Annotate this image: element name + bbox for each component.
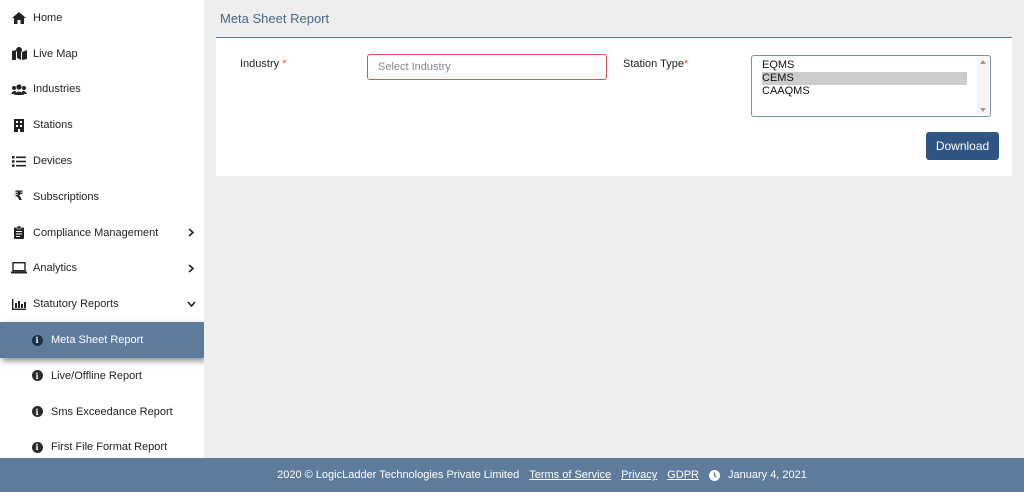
clock-icon — [709, 469, 720, 481]
footer-date: January 4, 2021 — [728, 469, 807, 481]
station-type-option[interactable]: CAAQMS — [762, 85, 967, 98]
home-icon — [11, 10, 27, 26]
sidebar-item-label: Compliance Management — [33, 226, 159, 239]
sidebar-item-subscriptions[interactable]: ₹ Subscriptions — [0, 179, 204, 215]
sidebar-item-label: Sms Exceedance Report — [51, 405, 173, 418]
sidebar-item-label: Live Map — [33, 47, 78, 60]
scroll-up-icon[interactable] — [980, 60, 986, 64]
download-button[interactable]: Download — [926, 132, 999, 160]
sidebar-item-label: Analytics — [33, 262, 78, 275]
sidebar-item-live-map[interactable]: Live Map — [0, 36, 204, 72]
station-type-option-selected[interactable]: CEMS — [762, 72, 967, 85]
sidebar: Home Live Map Industries Stations Device… — [0, 0, 204, 458]
rupee-icon: ₹ — [14, 189, 24, 205]
sidebar-item-compliance-management[interactable]: Compliance Management — [0, 215, 204, 251]
terms-of-service-link[interactable]: Terms of Service — [529, 469, 611, 481]
sidebar-item-meta-sheet-report[interactable]: i Meta Sheet Report — [0, 322, 204, 358]
station-type-option[interactable]: EQMS — [762, 59, 967, 72]
industry-select[interactable]: Select Industry — [367, 54, 607, 80]
sidebar-item-live-offline-report[interactable]: i Live/Offline Report — [0, 358, 204, 394]
sidebar-item-label: Home — [33, 11, 63, 24]
footer: 2020 © LogicLadder Technologies Private … — [0, 458, 1024, 492]
chevron-right-icon[interactable] — [186, 263, 196, 273]
required-mark: * — [683, 58, 689, 70]
sidebar-item-label: Industries — [33, 83, 81, 96]
laptop-icon — [11, 260, 27, 276]
sidebar-item-sms-exceedance-report[interactable]: i Sms Exceedance Report — [0, 394, 204, 430]
building-icon — [11, 117, 27, 133]
station-type-label: Station Type* — [623, 58, 688, 70]
footer-copyright: 2020 © LogicLadder Technologies Private … — [277, 469, 520, 481]
industry-label: Industry * — [240, 58, 286, 70]
info-icon: i — [29, 368, 45, 384]
page-header: Meta Sheet Report — [216, 0, 1012, 38]
sidebar-item-label: First File Format Report — [51, 441, 168, 454]
report-form-card: Industry * Select Industry Station Type*… — [216, 38, 1012, 176]
listbox-scrollbar[interactable] — [977, 57, 989, 115]
station-type-label-text: Station Type — [623, 58, 684, 70]
sidebar-item-industries[interactable]: Industries — [0, 72, 204, 108]
sidebar-item-statutory-reports[interactable]: Statutory Reports — [0, 286, 204, 322]
scroll-down-icon[interactable] — [980, 108, 986, 112]
page-title: Meta Sheet Report — [220, 11, 330, 26]
chevron-right-icon[interactable] — [186, 228, 196, 238]
gdpr-link[interactable]: GDPR — [667, 469, 699, 481]
info-icon: i — [29, 404, 45, 420]
sidebar-item-label: Statutory Reports — [33, 298, 119, 311]
list-icon — [11, 153, 27, 169]
map-icon — [11, 46, 27, 62]
industry-select-placeholder: Select Industry — [378, 61, 451, 73]
sidebar-item-label: Subscriptions — [33, 190, 100, 203]
required-mark: * — [282, 58, 287, 70]
station-type-listbox[interactable]: EQMS CEMS CAAQMS — [751, 55, 991, 117]
industry-label-text: Industry — [240, 58, 280, 70]
sidebar-item-stations[interactable]: Stations — [0, 107, 204, 143]
bar-chart-icon — [11, 296, 27, 312]
main-content: Meta Sheet Report Industry * Select Indu… — [204, 0, 1024, 458]
sidebar-item-label: Devices — [33, 155, 73, 168]
clipboard-icon — [11, 225, 27, 241]
chevron-down-icon[interactable] — [186, 299, 196, 309]
info-icon: i — [29, 332, 45, 348]
sidebar-item-devices[interactable]: Devices — [0, 143, 204, 179]
sidebar-item-first-file-format-report[interactable]: i First File Format Report — [0, 430, 204, 458]
sidebar-item-home[interactable]: Home — [0, 0, 204, 36]
info-icon: i — [29, 439, 45, 455]
sidebar-item-label: Live/Offline Report — [51, 369, 142, 382]
sidebar-item-label: Stations — [33, 119, 73, 132]
users-icon — [11, 81, 27, 97]
privacy-link[interactable]: Privacy — [621, 469, 657, 481]
sidebar-item-label: Meta Sheet Report — [51, 334, 144, 347]
sidebar-item-analytics[interactable]: Analytics — [0, 251, 204, 287]
